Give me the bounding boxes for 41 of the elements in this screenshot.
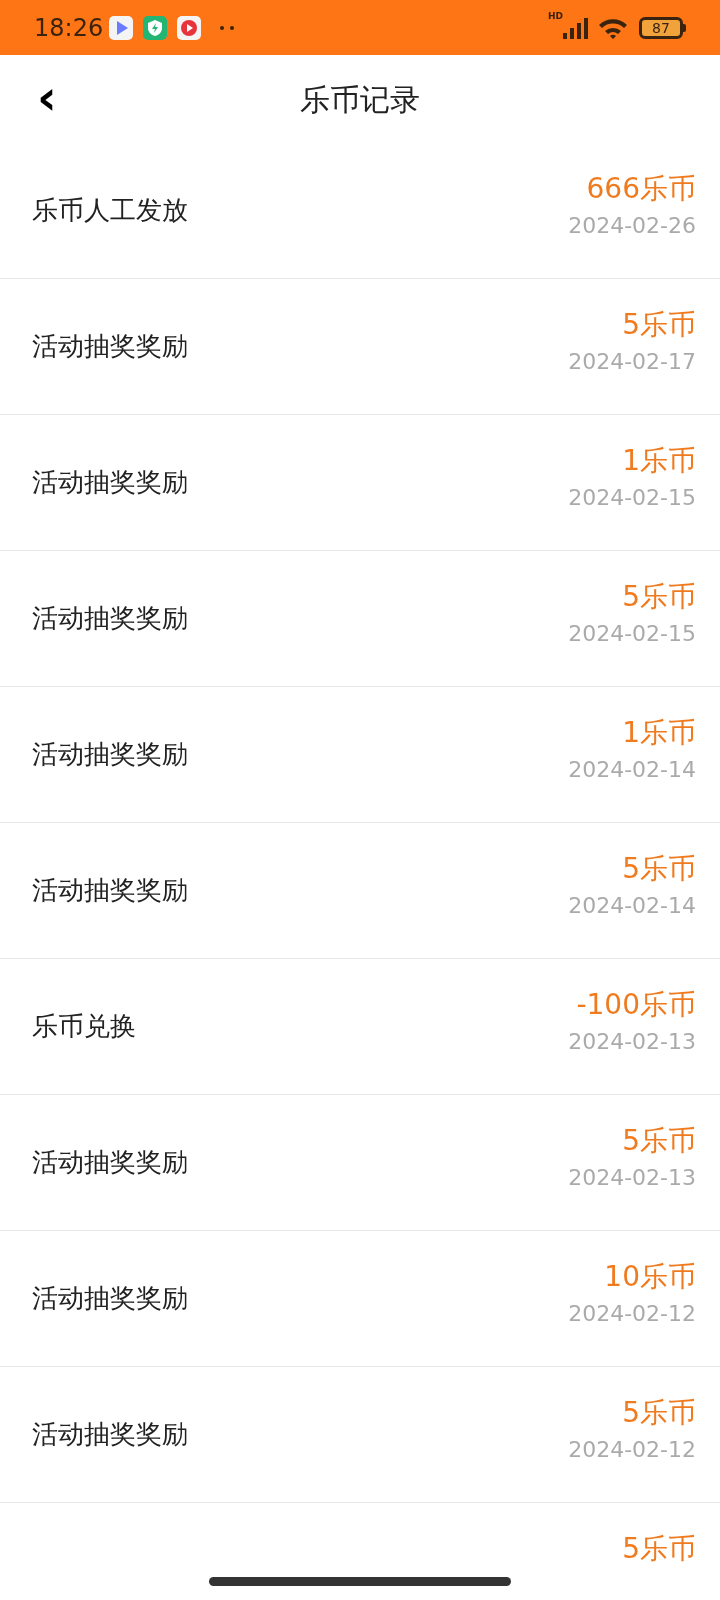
record-title: 活动抽奖奖励: [32, 1418, 188, 1451]
network-label: HD: [548, 12, 563, 21]
record-title: 活动抽奖奖励: [32, 1146, 188, 1179]
video-app-icon: [177, 15, 202, 40]
record-date: 2024-02-14: [568, 756, 696, 784]
coin-amount: 666乐币: [586, 171, 696, 207]
record-date: 2024-02-13: [568, 1028, 696, 1056]
coin-amount: 1乐币: [622, 443, 696, 479]
page-title: 乐币记录: [300, 80, 420, 119]
record-title: 乐币人工发放: [32, 194, 188, 227]
clock: 18:26: [34, 12, 104, 44]
back-button[interactable]: ‹: [30, 75, 64, 119]
record-title: 活动抽奖奖励: [32, 738, 188, 771]
coin-amount: 5乐币: [622, 1395, 696, 1431]
coin-amount: 5乐币: [622, 579, 696, 615]
shield-app-icon: [143, 15, 168, 40]
coin-amount: 1乐币: [622, 715, 696, 751]
record-date: 2024-02-13: [568, 1164, 696, 1192]
record-date: 2024-02-12: [568, 1436, 696, 1464]
record-title: 乐币兑换: [32, 1010, 136, 1043]
record-date: 2024-02-26: [568, 212, 696, 240]
record-title: 活动抽奖奖励: [32, 330, 188, 363]
record-title: 活动抽奖奖励: [32, 1282, 188, 1315]
record-date: 2024-02-15: [568, 620, 696, 648]
record-title: 活动抽奖奖励: [32, 466, 188, 499]
battery-icon: 87: [639, 16, 683, 39]
coin-amount: 5乐币: [622, 1123, 696, 1159]
coin-amount: 5乐币: [622, 851, 696, 887]
record-date: 2024-02-15: [568, 484, 696, 512]
record-date: 2024-02-12: [568, 1300, 696, 1328]
record-title: 活动抽奖奖励: [32, 602, 188, 635]
record-title: 活动抽奖奖励: [32, 874, 188, 907]
coin-amount: 5乐币: [622, 307, 696, 343]
signal-icon: [563, 16, 589, 39]
record-date: 2024-02-14: [568, 892, 696, 920]
play-app-icon: [109, 15, 134, 40]
coin-amount: 10乐币: [604, 1259, 696, 1295]
record-date: 2024-02-17: [568, 348, 696, 376]
coin-amount: 5乐币: [622, 1531, 696, 1565]
coin-amount: -100乐币: [576, 987, 696, 1023]
more-icon: [219, 24, 236, 31]
